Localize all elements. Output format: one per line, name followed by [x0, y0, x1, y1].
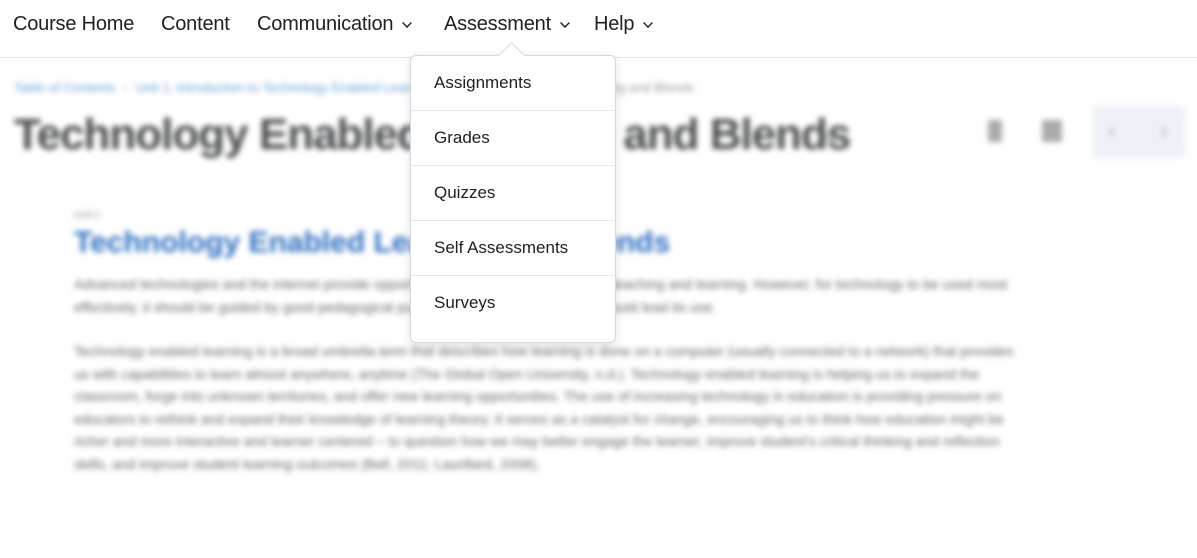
chevron-down-icon	[643, 17, 654, 28]
menu-item-surveys[interactable]: Surveys	[411, 276, 615, 330]
nav-course-home[interactable]: Course Home	[13, 13, 134, 36]
menu-item-grades[interactable]: Grades	[411, 111, 615, 166]
menu-item-quizzes[interactable]: Quizzes	[411, 166, 615, 221]
nav-content-label: Content	[161, 13, 230, 35]
breadcrumb-link[interactable]: Table of Contents	[14, 80, 115, 95]
nav-communication[interactable]: Communication	[257, 13, 413, 36]
unit-label: Unit 1	[74, 210, 101, 221]
nav-content[interactable]: Content	[161, 13, 230, 36]
chevron-down-icon	[402, 17, 413, 28]
topic-paragraph: Technology enabled learning is a broad u…	[74, 343, 1014, 472]
nav-communication-label: Communication	[257, 13, 394, 35]
assessment-dropdown-menu: Assignments Grades Quizzes Self Assessme…	[410, 55, 616, 343]
next-topic-icon[interactable]	[1156, 126, 1168, 138]
nav-help[interactable]: Help	[594, 13, 654, 36]
breadcrumb-link[interactable]: Unit 1: Introduction to Technology Enabl…	[136, 80, 434, 95]
nav-assessment-label: Assessment	[444, 13, 551, 35]
topic-navigation	[1092, 106, 1186, 158]
course-navbar: Course Home Content Communication Assess…	[0, 0, 1197, 58]
chevron-down-icon	[559, 17, 570, 28]
nav-course-home-label: Course Home	[13, 13, 135, 35]
previous-topic-icon[interactable]	[1108, 126, 1120, 138]
table-of-contents-icon[interactable]	[1042, 120, 1062, 142]
nav-help-label: Help	[594, 13, 635, 35]
nav-assessment[interactable]: Assessment	[444, 13, 570, 36]
bookmark-icon[interactable]	[988, 120, 1002, 142]
menu-item-self-assessments[interactable]: Self Assessments	[411, 221, 615, 276]
breadcrumb-separator: ›	[123, 80, 128, 95]
